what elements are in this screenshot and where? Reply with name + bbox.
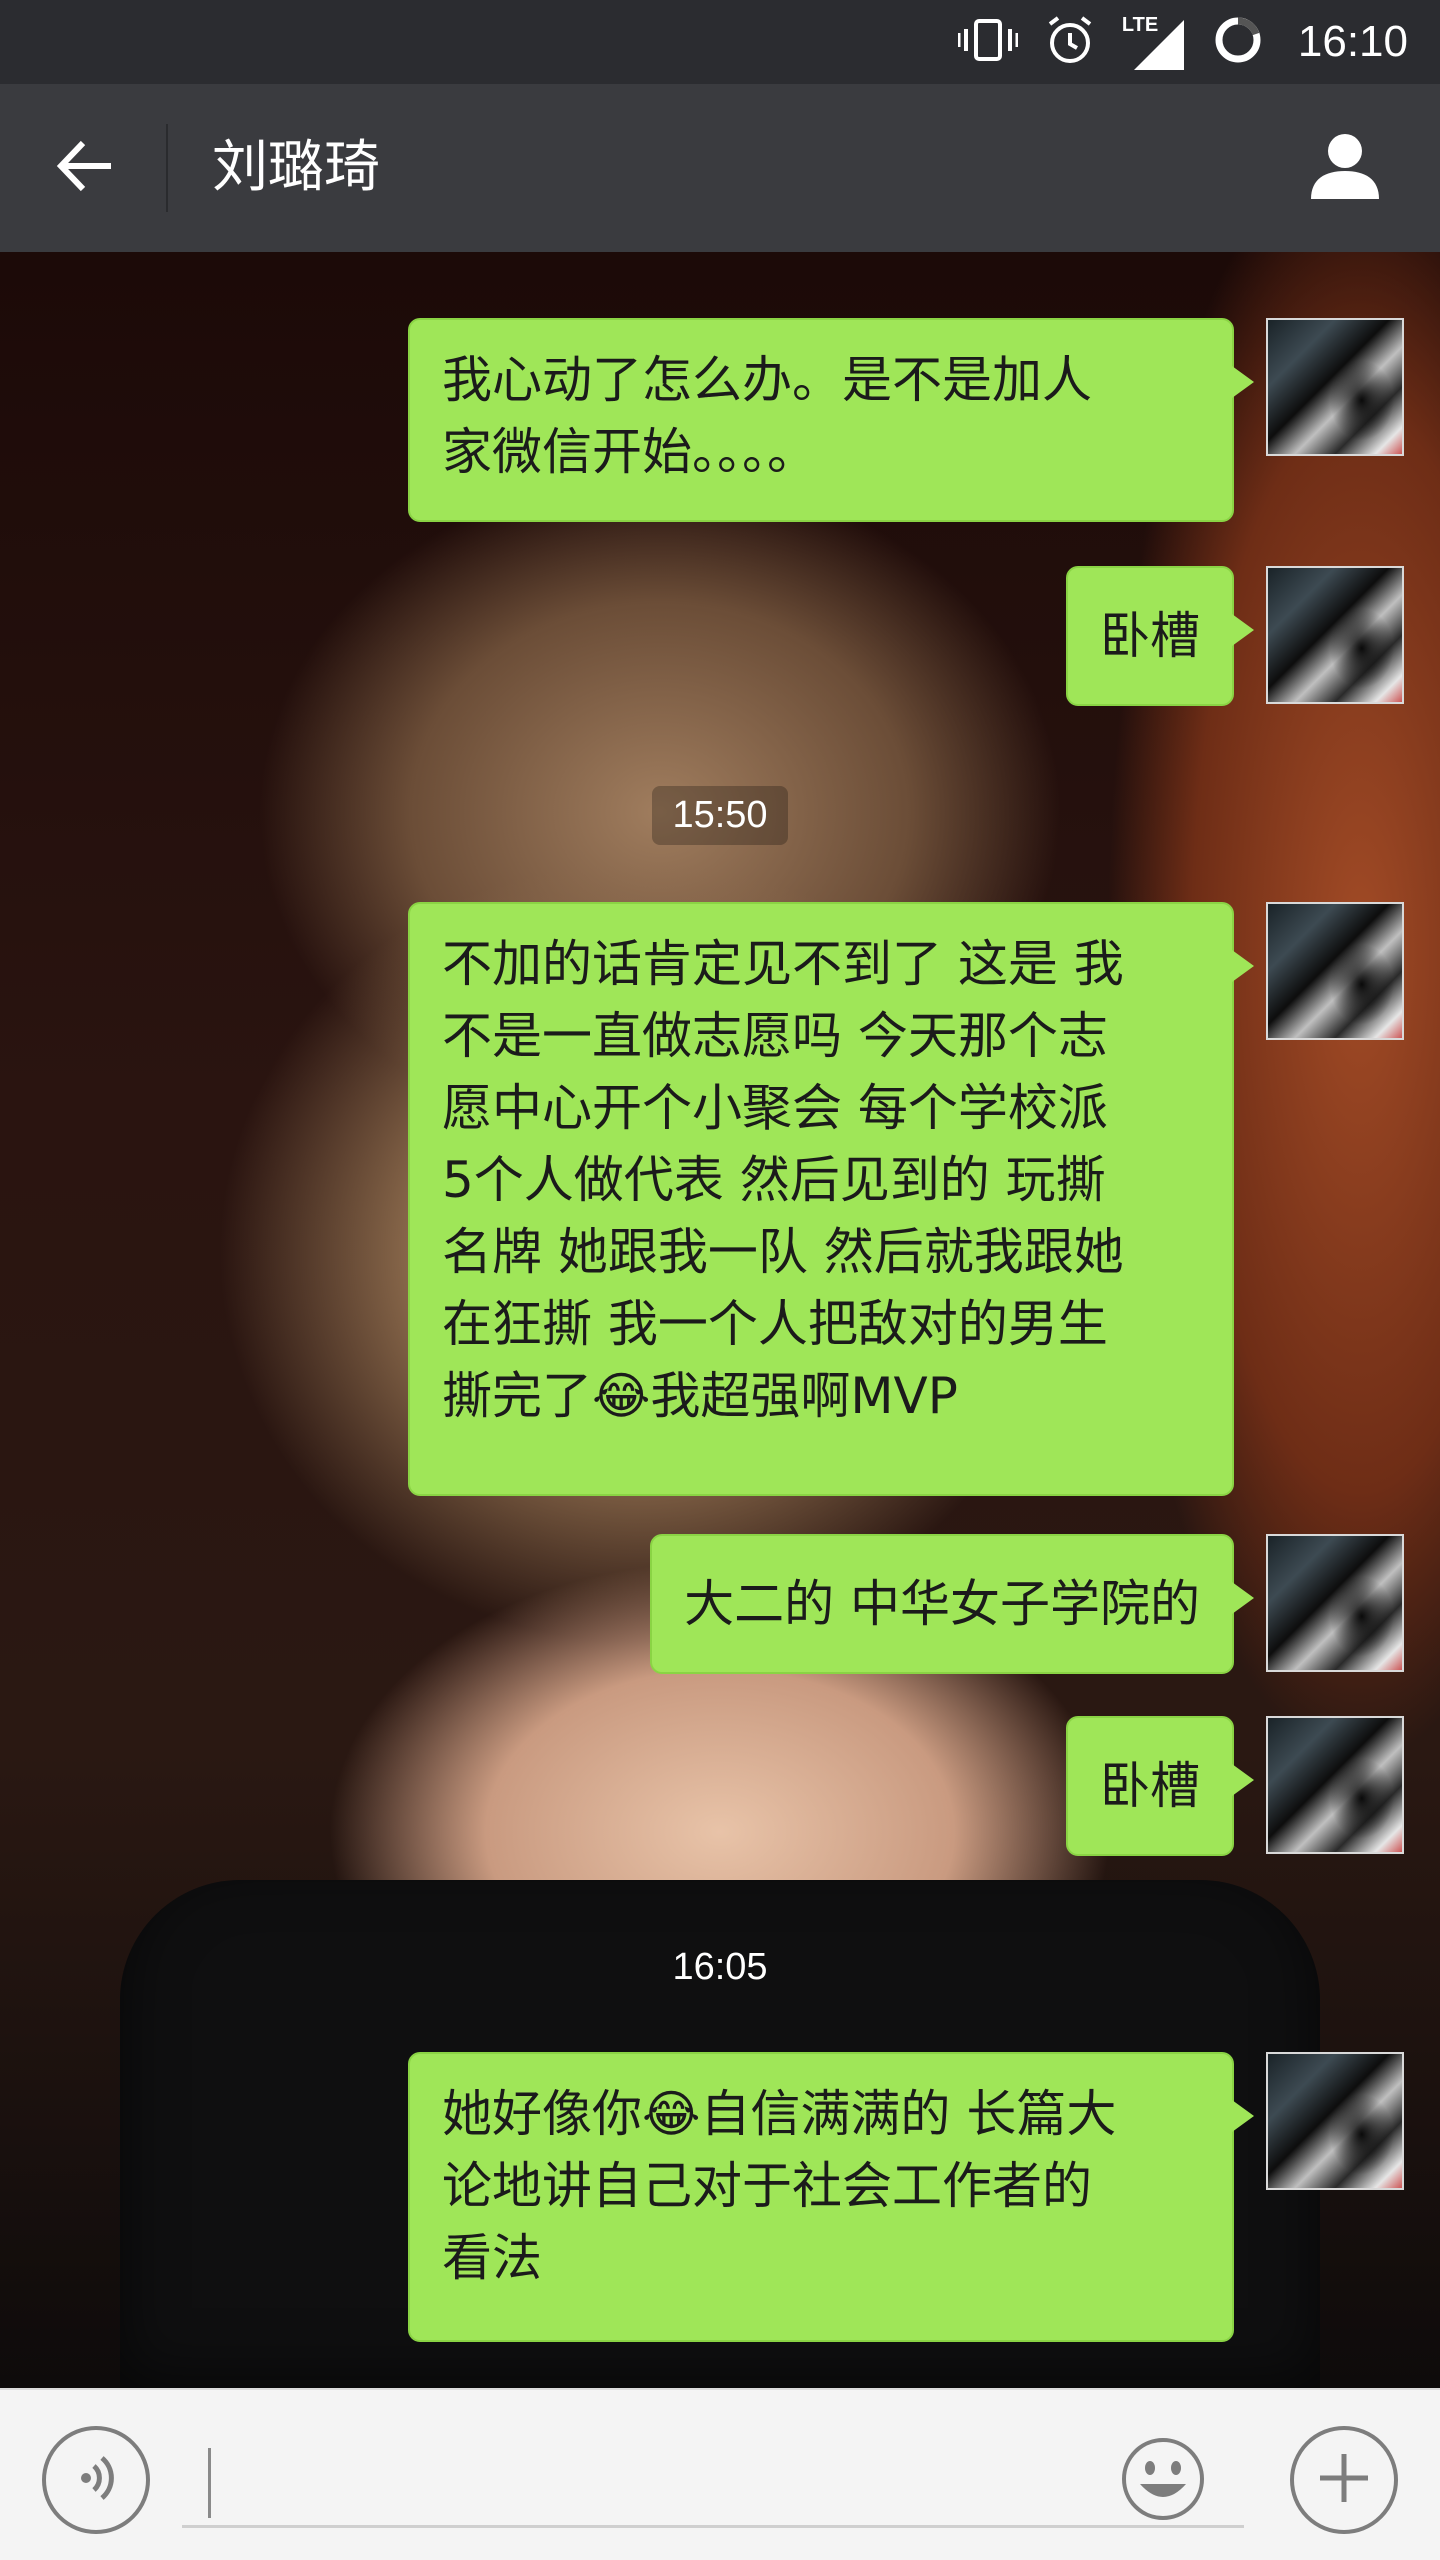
user-avatar[interactable] (1266, 1716, 1404, 1854)
status-icons: LTE 16:10 (957, 0, 1408, 84)
arrow-left-icon (55, 139, 115, 197)
more-options-button[interactable] (1290, 2426, 1398, 2534)
chat-header: 刘璐琦 (0, 84, 1440, 252)
user-avatar[interactable] (1266, 318, 1404, 456)
timestamp-text: 16:05 (672, 1946, 768, 1988)
message-item: 卧槽 (1066, 1716, 1404, 1856)
emoji-button[interactable] (1120, 2438, 1206, 2524)
chat-title: 刘璐琦 (212, 135, 380, 200)
smiley-icon (1120, 2436, 1206, 2526)
message-input-bar (0, 2388, 1440, 2560)
status-bar: LTE 16:10 (0, 0, 1440, 84)
message-bubble[interactable]: 大二的 中华女子学院的 (650, 1534, 1254, 1674)
message-bubble[interactable]: 不加的话肯定见不到了 这是 我 不是一直做志愿吗 今天那个志 愿中心开个小聚会 … (408, 902, 1254, 1496)
user-avatar[interactable] (1266, 1534, 1404, 1672)
person-icon (1307, 131, 1383, 205)
user-avatar[interactable] (1266, 2052, 1404, 2190)
header-divider (166, 124, 168, 212)
network-type-label: LTE (1121, 14, 1159, 36)
message-item: 我心动了怎么办。是不是加人 家微信开始。。。。 (408, 318, 1404, 522)
message-bubble[interactable]: 我心动了怎么办。是不是加人 家微信开始。。。。 (408, 318, 1254, 522)
user-avatar[interactable] (1266, 566, 1404, 704)
back-button[interactable] (40, 128, 130, 208)
contact-profile-button[interactable] (1300, 128, 1390, 208)
message-bubble[interactable]: 她好像你😂自信满满的 长篇大 论地讲自己对于社会工作者的 看法 (408, 2052, 1254, 2342)
text-cursor (208, 2448, 211, 2518)
message-item: 不加的话肯定见不到了 这是 我 不是一直做志愿吗 今天那个志 愿中心开个小聚会 … (408, 902, 1404, 1496)
loading-icon (1212, 14, 1264, 70)
plus-icon (1314, 2448, 1374, 2512)
voice-icon (66, 2448, 126, 2512)
message-timestamp: 15:50 (0, 786, 1440, 845)
signal-icon: LTE (1122, 12, 1186, 72)
voice-input-button[interactable] (42, 2426, 150, 2534)
message-timestamp: 16:05 (0, 1938, 1440, 1997)
alarm-icon (1044, 14, 1096, 70)
message-bubble[interactable]: 卧槽 (1066, 566, 1254, 706)
message-item: 大二的 中华女子学院的 (650, 1534, 1404, 1674)
message-text-input[interactable] (182, 2436, 1244, 2528)
user-avatar[interactable] (1266, 902, 1404, 1040)
status-time: 16:10 (1297, 17, 1408, 66)
timestamp-text: 15:50 (652, 786, 788, 845)
message-item: 她好像你😂自信满满的 长篇大 论地讲自己对于社会工作者的 看法 (408, 2052, 1404, 2342)
message-item: 卧槽 (1066, 566, 1404, 706)
vibrate-icon (957, 15, 1019, 69)
message-bubble[interactable]: 卧槽 (1066, 1716, 1254, 1856)
message-list[interactable]: 我心动了怎么办。是不是加人 家微信开始。。。。 卧槽 15:50 不加的话肯定见… (0, 252, 1440, 2388)
